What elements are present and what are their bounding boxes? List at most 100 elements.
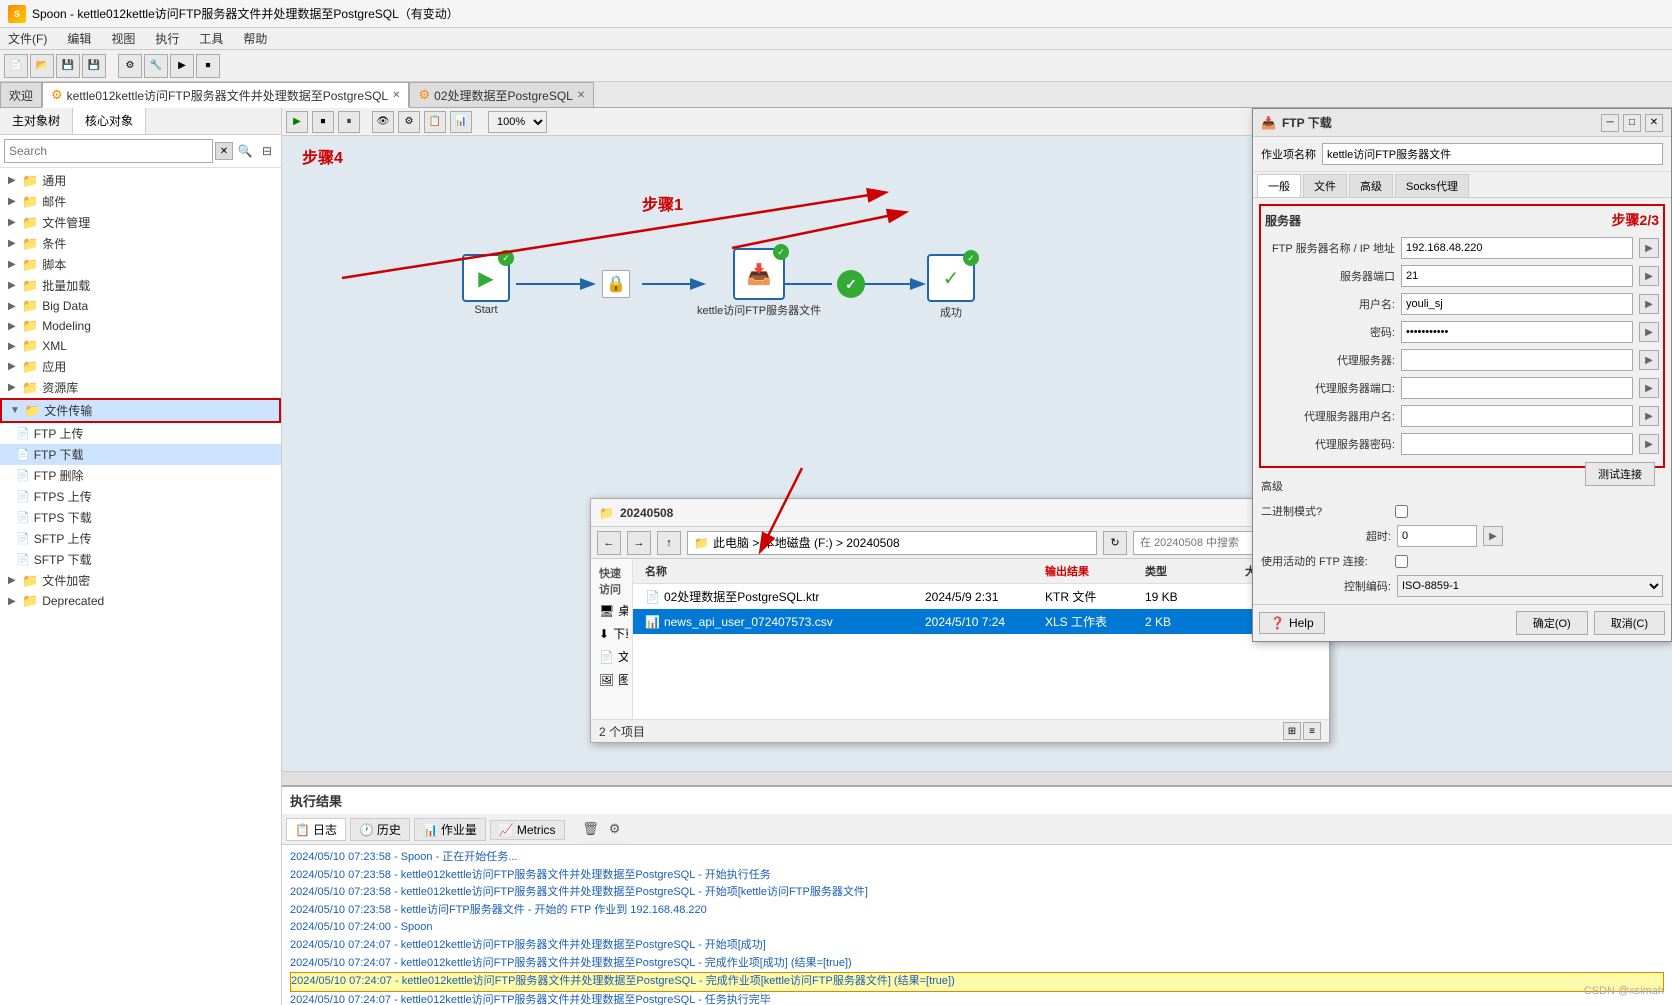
view-grid-btn[interactable]: ⊞ <box>1283 722 1301 740</box>
tree-item-modeling[interactable]: ▶ 📁 Modeling <box>0 316 281 336</box>
menu-execute[interactable]: 执行 <box>151 29 183 48</box>
node-success[interactable]: ✓ ✓ 成功 <box>927 254 975 320</box>
menu-help[interactable]: 帮助 <box>239 29 271 48</box>
sidebar-item-docs[interactable]: 📄 文档 <box>595 645 628 668</box>
ftp-username-input[interactable] <box>1401 293 1633 315</box>
pause-btn[interactable]: ⏸ <box>338 111 360 133</box>
tree-item-deprecated[interactable]: ▶ 📁 Deprecated <box>0 591 281 611</box>
preview-btn[interactable]: 👁 <box>372 111 394 133</box>
tab-main[interactable]: ⚙ kettle012kettle访问FTP服务器文件并处理数据至Postgre… <box>42 82 409 108</box>
ftp-active-checkbox[interactable] <box>1395 555 1408 568</box>
bottom-tab-history[interactable]: 🕐 历史 <box>350 818 410 841</box>
menu-view[interactable]: 视图 <box>107 29 139 48</box>
file-col-name-header[interactable]: 名称 <box>641 561 921 581</box>
ftp-minimize-btn[interactable]: ─ <box>1601 114 1619 132</box>
metrics-btn[interactable]: 📊 <box>450 111 472 133</box>
node-start[interactable]: ▶ ✓ Start <box>462 254 510 316</box>
canvas-scrollbar[interactable] <box>282 771 1672 785</box>
tab-second-close[interactable]: ✕ <box>577 90 585 101</box>
toolbar-btn-2[interactable]: 🔧 <box>144 54 168 78</box>
ftp-proxy-port-arrow[interactable]: ▶ <box>1639 378 1659 398</box>
tree-item-general[interactable]: ▶ 📁 通用 <box>0 170 281 191</box>
ftp-proxy-pwd-input[interactable] <box>1401 433 1633 455</box>
run-btn[interactable]: ▶ <box>286 111 308 133</box>
ftp-username-arrow[interactable]: ▶ <box>1639 294 1659 314</box>
toolbar-btn-3[interactable]: ▶ <box>170 54 194 78</box>
ftp-close-btn[interactable]: ✕ <box>1645 114 1663 132</box>
tree-item-xml[interactable]: ▶ 📁 XML <box>0 336 281 356</box>
search-icon-btn[interactable]: 🔍 <box>235 141 255 161</box>
ftp-proxy-input[interactable] <box>1401 349 1633 371</box>
nav-back-btn[interactable]: ← <box>597 531 621 555</box>
tree-item-ftp-download[interactable]: 📄 FTP 下载 <box>0 444 281 465</box>
open-btn[interactable]: 📂 <box>30 54 54 78</box>
ftp-tab-general[interactable]: 一般 <box>1257 174 1301 197</box>
tree-item-condition[interactable]: ▶ 📁 条件 <box>0 233 281 254</box>
new-btn[interactable]: 📄 <box>4 54 28 78</box>
left-tab-main-objects[interactable]: 主对象树 <box>0 108 73 134</box>
ftp-server-ip-arrow[interactable]: ▶ <box>1639 238 1659 258</box>
menu-edit[interactable]: 编辑 <box>63 29 95 48</box>
left-tab-core-objects[interactable]: 核心对象 <box>73 108 146 134</box>
tree-item-resource[interactable]: ▶ 📁 资源库 <box>0 377 281 398</box>
file-col-type-header[interactable]: 类型 <box>1141 561 1241 581</box>
tree-item-filemgr[interactable]: ▶ 📁 文件管理 <box>0 212 281 233</box>
tree-item-encrypt[interactable]: ▶ 📁 文件加密 <box>0 570 281 591</box>
file-col-date-header[interactable] <box>921 561 1041 581</box>
ftp-maximize-btn[interactable]: □ <box>1623 114 1641 132</box>
save-as-btn[interactable]: 💾 <box>82 54 106 78</box>
ftp-password-input[interactable] <box>1401 321 1633 343</box>
clear-log-icon[interactable]: 🗑 <box>581 819 601 839</box>
ftp-proxy-port-input[interactable] <box>1401 377 1633 399</box>
tree-item-ftps-download[interactable]: 📄 FTPS 下载 <box>0 507 281 528</box>
tree-item-mail[interactable]: ▶ 📁 邮件 <box>0 191 281 212</box>
stop-btn[interactable]: ⏹ <box>312 111 334 133</box>
test-connection-btn[interactable]: 测试连接 <box>1585 462 1655 486</box>
ftp-help-btn[interactable]: ❓ Help <box>1259 612 1325 634</box>
bottom-tab-metrics[interactable]: 📈 Metrics <box>490 820 565 840</box>
menu-file[interactable]: 文件(F) <box>4 29 51 48</box>
ftp-jobname-input[interactable] <box>1322 143 1663 165</box>
ftp-port-arrow[interactable]: ▶ <box>1639 266 1659 286</box>
toolbar-btn-4[interactable]: ⏹ <box>196 54 220 78</box>
tree-item-ftps-upload[interactable]: 📄 FTPS 上传 <box>0 486 281 507</box>
ftp-cancel-btn[interactable]: 取消(C) <box>1594 611 1665 635</box>
ftp-ok-btn[interactable]: 确定(O) <box>1516 611 1588 635</box>
ftp-server-ip-input[interactable] <box>1401 237 1633 259</box>
search-input[interactable] <box>4 139 213 163</box>
sidebar-item-desktop[interactable]: 🖥 桌面 <box>595 599 628 622</box>
view-list-btn[interactable]: ≡ <box>1303 722 1321 740</box>
file-row-1[interactable]: 📊 news_api_user_072407573.csv 2024/5/10 … <box>633 609 1329 634</box>
search-clear-btn[interactable]: ✕ <box>215 142 233 160</box>
tree-item-sftp-download[interactable]: 📄 SFTP 下载 <box>0 549 281 570</box>
settings-log-icon[interactable]: ⚙ <box>605 819 625 839</box>
file-row-0[interactable]: 📄 02处理数据至PostgreSQL.ktr 2024/5/9 2:31 KT… <box>633 584 1329 609</box>
ftp-tab-socks[interactable]: Socks代理 <box>1395 174 1469 197</box>
ftp-password-arrow[interactable]: ▶ <box>1639 322 1659 342</box>
menu-tools[interactable]: 工具 <box>195 29 227 48</box>
tree-item-script[interactable]: ▶ 📁 脚本 <box>0 254 281 275</box>
sidebar-item-pics[interactable]: 🖼 图片 <box>595 668 628 691</box>
ftp-tab-file[interactable]: 文件 <box>1303 174 1347 197</box>
tab-main-close[interactable]: ✕ <box>392 90 400 101</box>
tree-item-bigdata[interactable]: ▶ 📁 Big Data <box>0 296 281 316</box>
tree-item-filetransfer[interactable]: ▼ 📁 文件传输 <box>0 398 281 423</box>
tree-item-sftp-upload[interactable]: 📄 SFTP 上传 <box>0 528 281 549</box>
nav-refresh-btn[interactable]: ↻ <box>1103 531 1127 555</box>
ftp-proxy-pwd-arrow[interactable]: ▶ <box>1639 434 1659 454</box>
toolbar-btn-1[interactable]: ⚙ <box>118 54 142 78</box>
node-ftp[interactable]: 📥 ✓ kettle访问FTP服务器文件 <box>697 248 821 318</box>
save-btn[interactable]: 💾 <box>56 54 80 78</box>
tree-item-batch[interactable]: ▶ 📁 批量加载 <box>0 275 281 296</box>
bottom-tab-jobload[interactable]: 📊 作业量 <box>414 818 486 841</box>
tree-item-ftp-delete[interactable]: 📄 FTP 删除 <box>0 465 281 486</box>
tab-second[interactable]: ⚙ 02处理数据至PostgreSQL ✕ <box>409 82 594 107</box>
ftp-proxy-arrow[interactable]: ▶ <box>1639 350 1659 370</box>
zoom-select[interactable]: 100% 75% 150% <box>488 111 547 133</box>
collapse-icon-btn[interactable]: ⊟ <box>257 141 277 161</box>
ftp-timeout-arrow[interactable]: ▶ <box>1483 526 1503 546</box>
nav-forward-btn[interactable]: → <box>627 531 651 555</box>
nav-up-btn[interactable]: ↑ <box>657 531 681 555</box>
tree-item-ftp-upload[interactable]: 📄 FTP 上传 <box>0 423 281 444</box>
ftp-encoding-select[interactable]: ISO-8859-1 UTF-8 <box>1397 575 1663 597</box>
